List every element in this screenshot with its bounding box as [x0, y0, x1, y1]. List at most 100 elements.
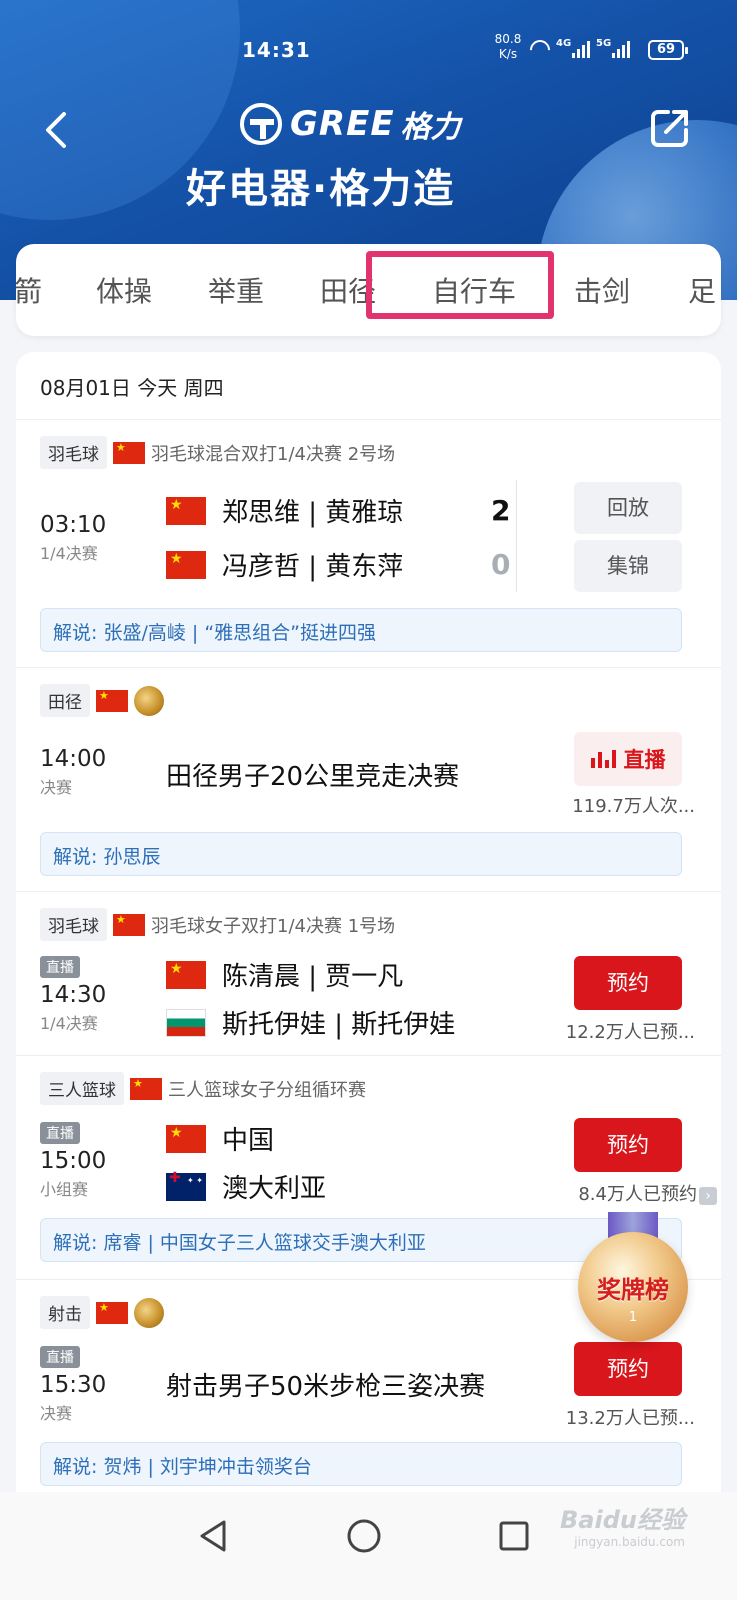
tab-football[interactable]: 足	[688, 270, 716, 310]
commentary-bar[interactable]: 解说: 张盛/高崚 | “雅思组合”挺进四强	[40, 608, 682, 652]
team-score: 0	[491, 548, 511, 581]
event-title: 射击男子50米步枪三姿决赛	[166, 1372, 486, 1402]
team-name: 冯彦哲 | 黄东萍	[222, 552, 404, 582]
share-icon	[651, 110, 688, 147]
watermark-sub: jingyan.baidu.com	[574, 1535, 685, 1549]
match-time: 03:10 1/4决赛	[40, 512, 106, 564]
team-score: 2	[491, 494, 511, 527]
reserve-button[interactable]: 预约	[574, 1118, 682, 1172]
share-button[interactable]	[648, 106, 692, 150]
live-tag: 直播	[40, 1122, 80, 1144]
start-time: 03:10	[40, 512, 107, 538]
china-flag-icon	[96, 1301, 128, 1324]
slogan: 好电器·格力造	[186, 166, 456, 212]
net-speed-value: 80.8	[494, 32, 522, 46]
back-button[interactable]	[36, 108, 76, 152]
reserve-button[interactable]: 预约	[574, 956, 682, 1010]
team-name: 中国	[222, 1126, 275, 1156]
hotspot-icon	[525, 35, 555, 65]
live-button-label: 直播	[623, 748, 666, 772]
sport-tag: 羽毛球	[40, 436, 107, 469]
nav-recents-button[interactable]	[492, 1514, 536, 1558]
china-flag-icon	[113, 441, 145, 464]
gold-medal-icon	[134, 1297, 164, 1328]
match-tagline: 射击	[40, 1296, 164, 1329]
match-item[interactable]: 田径 14:00 决赛 田径男子20公里竞走决赛 直播 119.7万人次... …	[16, 668, 721, 892]
circle-home-icon	[347, 1519, 381, 1553]
replay-button[interactable]: 回放	[574, 482, 682, 534]
match-tagline: 田径	[40, 684, 164, 717]
watermark-text: Baidu经验	[560, 1506, 685, 1534]
medal-table-button[interactable]: 奖牌榜 1	[574, 1212, 692, 1346]
match-time: 直播 15:00 小组赛	[40, 1122, 106, 1200]
china-flag-icon	[166, 496, 206, 525]
match-tagline: 羽毛球 羽毛球女子双打1/4决赛 1号场	[40, 908, 395, 941]
team-row: 冯彦哲 | 黄东萍	[166, 546, 403, 583]
tab-fencing[interactable]: 击剑	[574, 270, 630, 310]
team-row: 中国	[166, 1120, 274, 1157]
net-type-1: 4G	[556, 38, 572, 49]
bulgaria-flag-icon	[166, 1008, 206, 1037]
reservation-count-text: 8.4万人已预约	[578, 1184, 697, 1205]
gree-logo-icon	[240, 103, 282, 145]
divider	[516, 480, 517, 592]
status-time: 14:31	[242, 38, 311, 62]
sport-tag: 田径	[40, 684, 90, 717]
start-time: 15:30	[40, 1372, 107, 1398]
reservation-count: 12.2万人已预...	[565, 1022, 695, 1043]
match-time: 14:00 决赛	[40, 746, 106, 798]
team-row: 郑思维 | 黄雅琼	[166, 492, 403, 529]
sport-tag: 三人篮球	[40, 1072, 124, 1105]
commentary-bar[interactable]: 解说: 贺炜 | 刘宇坤冲击领奖台	[40, 1442, 682, 1486]
round-label: 决赛	[40, 778, 73, 797]
china-flag-icon	[166, 1124, 206, 1153]
baidu-watermark: Baidu经验 jingyan.baidu.com	[560, 1500, 685, 1549]
event-name: 羽毛球混合双打1/4决赛 2号场	[151, 443, 396, 465]
sport-tabs: 箭 体操 举重 田径 自行车 击剑 足	[16, 244, 721, 336]
tab-highlight-box	[366, 251, 554, 319]
china-flag-icon	[96, 689, 128, 712]
reservation-count: 8.4万人已预约 ›	[578, 1180, 717, 1206]
tab-archery[interactable]: 箭	[16, 270, 42, 310]
reserve-button[interactable]: 预约	[574, 1342, 682, 1396]
net-speed-unit: K/s	[498, 47, 518, 61]
medal-table-label: 奖牌榜	[597, 1276, 669, 1304]
start-time: 15:00	[40, 1148, 107, 1174]
sport-tag: 射击	[40, 1296, 90, 1329]
reservation-count: 13.2万人已预...	[565, 1408, 695, 1429]
highlights-button[interactable]: 集锦	[574, 540, 682, 592]
australia-flag-icon	[166, 1170, 206, 1201]
round-label: 小组赛	[40, 1180, 89, 1199]
date-header: 08月01日 今天 周四	[16, 352, 721, 420]
brand-name-cn: 格力	[400, 110, 461, 145]
tab-weightlifting[interactable]: 举重	[208, 270, 264, 310]
chevron-right-icon: ›	[699, 1187, 717, 1205]
nav-back-button[interactable]	[192, 1514, 236, 1558]
team-name: 陈清晨 | 贾一凡	[222, 962, 404, 992]
match-item[interactable]: 羽毛球 羽毛球混合双打1/4决赛 2号场 03:10 1/4决赛 郑思维 | 黄…	[16, 420, 721, 668]
match-tagline: 三人篮球 三人篮球女子分组循环赛	[40, 1072, 366, 1105]
match-tagline: 羽毛球 羽毛球混合双打1/4决赛 2号场	[40, 436, 395, 469]
signal-icon-2	[612, 40, 630, 58]
tab-gymnastics[interactable]: 体操	[96, 270, 152, 310]
match-time: 直播 14:30 1/4决赛	[40, 956, 106, 1034]
nav-home-button[interactable]	[342, 1514, 386, 1558]
live-tag: 直播	[40, 956, 80, 978]
team-row: 陈清晨 | 贾一凡	[166, 956, 403, 993]
live-bars-icon	[590, 750, 616, 768]
triangle-back-icon	[200, 1520, 226, 1552]
start-time: 14:30	[40, 982, 107, 1008]
commentary-bar[interactable]: 解说: 孙思辰	[40, 832, 682, 876]
brand-logo: GREE 格力	[240, 102, 461, 146]
live-tag: 直播	[40, 1346, 80, 1368]
match-item[interactable]: 羽毛球 羽毛球女子双打1/4决赛 1号场 直播 14:30 1/4决赛 陈清晨 …	[16, 892, 721, 1056]
round-label: 决赛	[40, 1404, 73, 1423]
chevron-left-icon	[46, 112, 66, 148]
medal-rank: 1	[628, 1310, 638, 1325]
china-flag-icon	[113, 913, 145, 936]
net-type-2: 5G	[596, 38, 612, 49]
team-row: 澳大利亚	[166, 1168, 326, 1205]
match-time: 直播 15:30 决赛	[40, 1346, 106, 1424]
live-button[interactable]: 直播	[574, 732, 682, 786]
china-flag-icon	[166, 550, 206, 579]
